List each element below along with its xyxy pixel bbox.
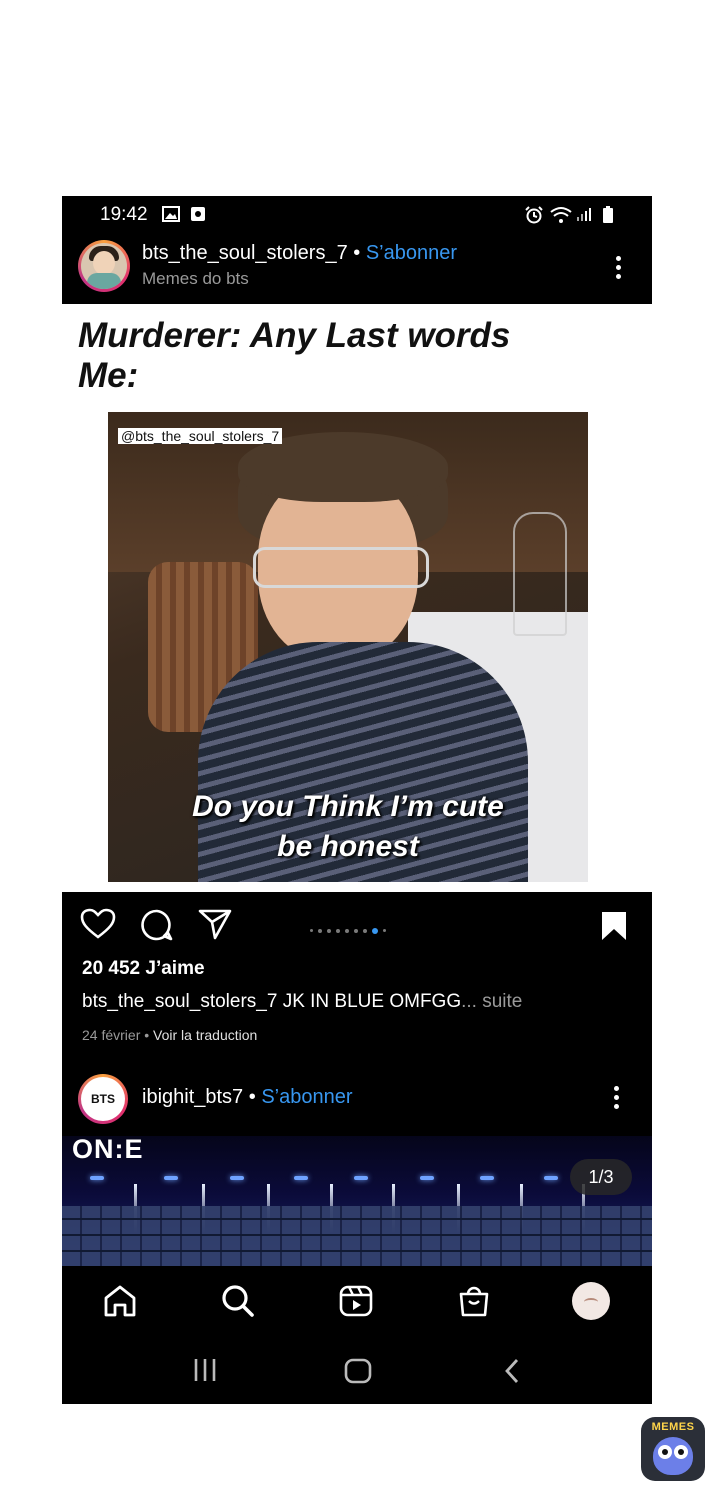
author-avatar[interactable] [78,240,130,292]
meme-line-2: Me: [78,356,139,395]
likes-count[interactable]: 20 452 J’aime [82,958,205,980]
profile-avatar[interactable] [572,1282,610,1320]
post2-more-options-icon[interactable] [614,1086,620,1113]
post-author: bts_the_soul_stolers_7 • S’abonner [142,242,457,265]
owl-icon [653,1437,693,1475]
system-nav-bar [62,1334,652,1404]
like-heart-icon[interactable] [80,908,116,945]
recorder-icon [190,206,206,227]
post2-author-avatar[interactable]: BTS [78,1074,128,1124]
date-separator: • [140,1027,154,1043]
memes-app-logo: MEMES [641,1417,705,1481]
see-more-link[interactable]: ... suite [461,991,522,1012]
alarm-icon [524,206,544,229]
home-icon[interactable] [102,1284,138,1323]
post-actions [62,896,652,952]
bookmark-saved-icon[interactable] [600,910,628,947]
post-subtitle[interactable]: Memes do bts [142,269,249,289]
phone-screenshot: 19:42 bts_the_soul_stolers_7 • S’abonner… [62,196,652,1404]
search-icon[interactable] [220,1284,256,1323]
post2-follow-button[interactable]: S’abonner [261,1086,352,1108]
post2-image[interactable]: ON:E [62,1136,652,1266]
post2-username[interactable]: ibighit_bts7 [142,1086,243,1108]
post-date: 24 février [82,1027,141,1043]
follow-button[interactable]: S’abonner [366,242,457,264]
carousel-dots [310,922,391,940]
caption-text: JK IN BLUE OMFGG [277,991,462,1012]
app-badge-label: MEMES [651,1421,695,1433]
post-header: bts_the_soul_stolers_7 • S’abonner Memes… [62,234,652,304]
post2-header: BTS ibighit_bts7 • S’abonner [62,1070,652,1134]
signal-icon [576,206,594,227]
home-button-icon[interactable] [344,1358,372,1389]
post2-author: ibighit_bts7 • S’abonner [142,1086,353,1109]
shop-icon[interactable] [456,1284,492,1323]
comment-icon[interactable] [140,908,174,947]
battery-icon [602,206,614,229]
carousel-counter: 1/3 [570,1159,632,1195]
status-bar: 19:42 [62,196,652,234]
gallery-icon [162,206,180,227]
post-caption: bts_the_soul_stolers_7 JK IN BLUE OMFGG.… [82,991,522,1013]
see-translation-link[interactable]: Voir la traduction [153,1027,257,1043]
separator-dot: • [347,242,366,264]
meme-top-text: Murderer: Any Last words Me: [78,316,510,396]
meme-photo: @bts_the_soul_stolers_7 Do you Think I’m… [108,412,588,882]
more-options-icon[interactable] [616,256,622,283]
concert-brand: ON:E [72,1136,144,1164]
recent-apps-icon[interactable] [192,1358,218,1387]
meme-caption-2: be honest [277,830,419,863]
status-time: 19:42 [100,204,148,225]
reels-icon[interactable] [338,1284,374,1323]
meme-caption-1: Do you Think I’m cute [192,790,504,823]
bts-logo: BTS [81,1077,125,1121]
caption-username[interactable]: bts_the_soul_stolers_7 [82,991,277,1012]
separator-dot: • [243,1086,262,1108]
author-username[interactable]: bts_the_soul_stolers_7 [142,242,348,264]
post-date-line: 24 février • Voir la traduction [82,1027,257,1043]
back-icon[interactable] [502,1358,522,1389]
meme-line-1: Murderer: Any Last words [78,316,511,355]
meme-watermark: @bts_the_soul_stolers_7 [118,428,283,444]
wifi-icon [550,206,572,229]
bottom-tab-bar [62,1268,652,1334]
post-image[interactable]: Murderer: Any Last words Me: @bts_the_so… [62,304,652,892]
share-send-icon[interactable] [198,908,232,945]
